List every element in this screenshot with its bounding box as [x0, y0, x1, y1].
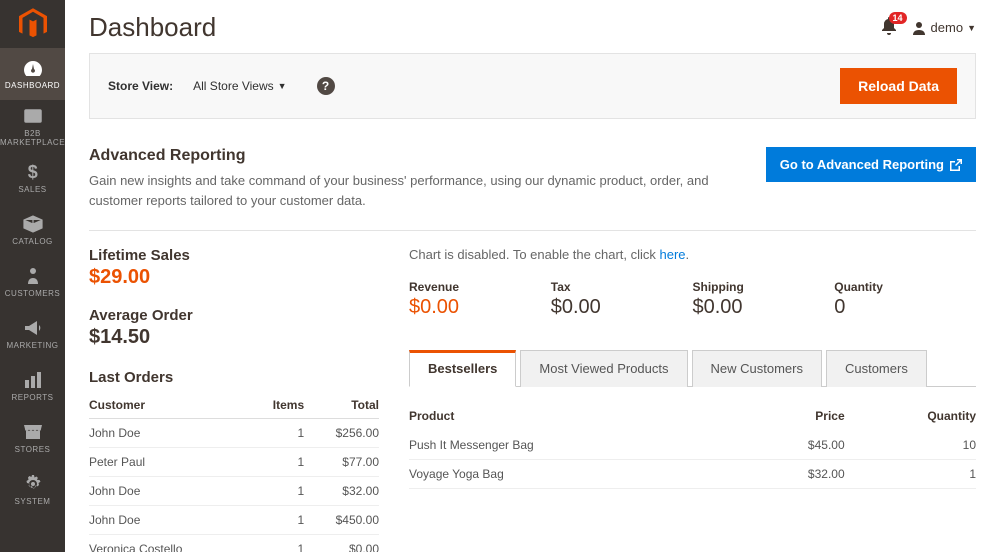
chart-disabled-note: Chart is disabled. To enable the chart, … — [409, 247, 976, 262]
dollar-icon: $ — [22, 162, 44, 182]
external-link-icon — [950, 159, 962, 171]
advanced-reporting-section: Advanced Reporting Gain new insights and… — [89, 119, 976, 231]
bestsellers-table: Product Price Quantity Push It Messenger… — [409, 401, 976, 489]
tab[interactable]: New Customers — [692, 350, 822, 387]
sidebar-label: STORES — [15, 445, 51, 454]
tab[interactable]: Most Viewed Products — [520, 350, 687, 387]
user-menu[interactable]: demo ▼ — [911, 20, 976, 36]
metric: Quantity0 — [834, 280, 976, 319]
svg-text:$: $ — [27, 162, 38, 182]
metrics-row: Revenue$0.00Tax$0.00Shipping$0.00Quantit… — [409, 280, 976, 319]
gear-icon — [22, 474, 44, 494]
sidebar-label: DASHBOARD — [5, 81, 60, 90]
megaphone-icon — [22, 318, 44, 338]
magento-logo[interactable] — [0, 0, 65, 48]
enable-chart-link[interactable]: here — [660, 247, 686, 262]
sidebar: DASHBOARD B2B MARKETPLACE $ SALES CATALO… — [0, 0, 65, 552]
table-row[interactable]: Peter Paul1$77.00 — [89, 448, 379, 477]
metric: Revenue$0.00 — [409, 280, 551, 319]
sidebar-item-stores[interactable]: STORES — [0, 412, 65, 464]
col-customer: Customer — [89, 392, 250, 419]
lifetime-sales-value: $29.00 — [89, 266, 379, 289]
reload-data-button[interactable]: Reload Data — [840, 68, 957, 104]
table-row[interactable]: Voyage Yoga Bag$32.001 — [409, 460, 976, 489]
tab[interactable]: Customers — [826, 350, 927, 387]
tabs: BestsellersMost Viewed ProductsNew Custo… — [409, 349, 976, 387]
main-content: Dashboard 14 demo ▼ Store View: All Stor… — [65, 0, 1000, 552]
store-view-select[interactable]: All Store Views ▼ — [193, 79, 286, 93]
metric: Shipping$0.00 — [693, 280, 835, 319]
b2b-icon — [22, 106, 44, 126]
average-order-value: $14.50 — [89, 326, 379, 349]
last-orders-table: Customer Items Total John Doe1$256.00Pet… — [89, 392, 379, 552]
page-header: Dashboard 14 demo ▼ — [65, 0, 1000, 53]
sidebar-item-catalog[interactable]: CATALOG — [0, 204, 65, 256]
sidebar-item-sales[interactable]: $ SALES — [0, 152, 65, 204]
page-title: Dashboard — [89, 12, 216, 43]
sidebar-label: CATALOG — [12, 237, 53, 246]
col-total: Total — [304, 392, 379, 419]
caret-down-icon: ▼ — [967, 23, 976, 33]
gauge-icon — [22, 58, 44, 78]
table-row[interactable]: John Doe1$256.00 — [89, 419, 379, 448]
sidebar-item-reports[interactable]: REPORTS — [0, 360, 65, 412]
sidebar-label: SYSTEM — [15, 497, 51, 506]
sidebar-label: REPORTS — [11, 393, 53, 402]
bars-icon — [22, 370, 44, 390]
col-product: Product — [409, 401, 746, 431]
metric: Tax$0.00 — [551, 280, 693, 319]
average-order-label: Average Order — [89, 307, 379, 324]
go-to-advanced-reporting-button[interactable]: Go to Advanced Reporting — [766, 147, 976, 182]
adv-report-desc: Gain new insights and take command of yo… — [89, 171, 726, 210]
sidebar-label: SALES — [18, 185, 46, 194]
col-price: Price — [746, 401, 845, 431]
caret-down-icon: ▼ — [278, 81, 287, 91]
store-icon — [22, 422, 44, 442]
notifications-button[interactable]: 14 — [881, 17, 897, 38]
user-name: demo — [931, 20, 964, 35]
col-items: Items — [250, 392, 304, 419]
toolbar: Store View: All Store Views ▼ ? Reload D… — [89, 53, 976, 119]
sidebar-label: MARKETING — [6, 341, 58, 350]
sidebar-item-marketing[interactable]: MARKETING — [0, 308, 65, 360]
table-row[interactable]: John Doe1$450.00 — [89, 506, 379, 535]
help-icon[interactable]: ? — [317, 77, 335, 95]
sidebar-item-b2b[interactable]: B2B MARKETPLACE — [0, 100, 65, 152]
table-row[interactable]: Veronica Costello1$0.00 — [89, 535, 379, 552]
col-qty: Quantity — [845, 401, 976, 431]
user-icon — [911, 20, 927, 36]
sidebar-label: CUSTOMERS — [5, 289, 60, 298]
sidebar-item-dashboard[interactable]: DASHBOARD — [0, 48, 65, 100]
sidebar-label: B2B MARKETPLACE — [0, 129, 65, 147]
table-row[interactable]: John Doe1$32.00 — [89, 477, 379, 506]
person-icon — [22, 266, 44, 286]
table-row[interactable]: Push It Messenger Bag$45.0010 — [409, 431, 976, 460]
sidebar-item-system[interactable]: SYSTEM — [0, 464, 65, 516]
store-view-label: Store View: — [108, 79, 173, 93]
sidebar-item-customers[interactable]: CUSTOMERS — [0, 256, 65, 308]
box-icon — [22, 214, 44, 234]
last-orders-title: Last Orders — [89, 369, 379, 386]
lifetime-sales-label: Lifetime Sales — [89, 247, 379, 264]
tab[interactable]: Bestsellers — [409, 350, 516, 387]
notif-badge: 14 — [889, 12, 907, 24]
adv-report-title: Advanced Reporting — [89, 147, 726, 165]
